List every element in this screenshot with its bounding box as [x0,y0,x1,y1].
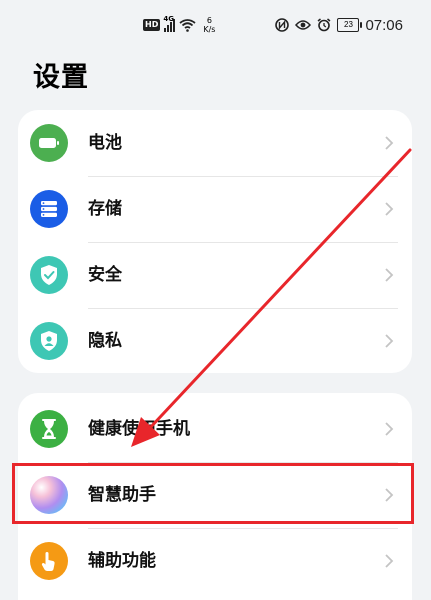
chevron-right-icon [385,554,394,568]
security-shield-icon [30,256,68,294]
battery-icon [30,124,68,162]
chevron-right-icon [385,268,394,282]
settings-item-battery[interactable]: 电池 [18,110,412,176]
battery-indicator: 23 [337,18,363,32]
network-type-label: 4G [163,15,174,23]
wifi-icon [179,19,196,32]
settings-item-label: 安全 [88,265,122,285]
network-speed-value: 6 [206,16,212,25]
chevron-right-icon [385,202,394,216]
settings-item-label: 电池 [88,133,122,153]
clock: 07:06 [365,16,403,34]
highlight-box [12,463,414,524]
privacy-icon [30,322,68,360]
settings-item-privacy[interactable]: 隐私 [18,308,412,374]
status-bar-right: 23 07:06 [275,14,403,36]
settings-item-digital-balance[interactable]: 健康使用手机 [18,396,412,462]
chevron-right-icon [385,334,394,348]
status-bar-left: HD 4G 6 K/s [143,14,215,36]
settings-item-label: 辅助功能 [88,551,156,571]
status-bar: HD 4G 6 K/s 23 07:06 [0,0,431,48]
network-speed-unit: K/s [203,25,216,34]
page-title: 设置 [33,62,89,93]
settings-item-label: 隐私 [88,331,122,351]
settings-item-label: 存储 [88,199,122,219]
settings-item-storage[interactable]: 存储 [18,176,412,242]
hd-badge: HD [143,19,161,31]
settings-item-accessibility[interactable]: 辅助功能 [18,528,412,594]
cell-signal-icon: 4G [163,15,176,32]
storage-icon [30,190,68,228]
alarm-icon [317,18,331,32]
settings-item-security[interactable]: 安全 [18,242,412,308]
chevron-right-icon [385,136,394,150]
accessibility-hand-icon [30,542,68,580]
chevron-right-icon [385,422,394,436]
nfc-icon [275,18,290,32]
network-speed: 6 K/s [203,16,215,34]
eye-comfort-icon [295,20,312,30]
settings-item-label: 健康使用手机 [88,419,190,439]
settings-group-1: 电池 存储 安全 隐私 [18,110,412,373]
hourglass-icon [30,410,68,448]
